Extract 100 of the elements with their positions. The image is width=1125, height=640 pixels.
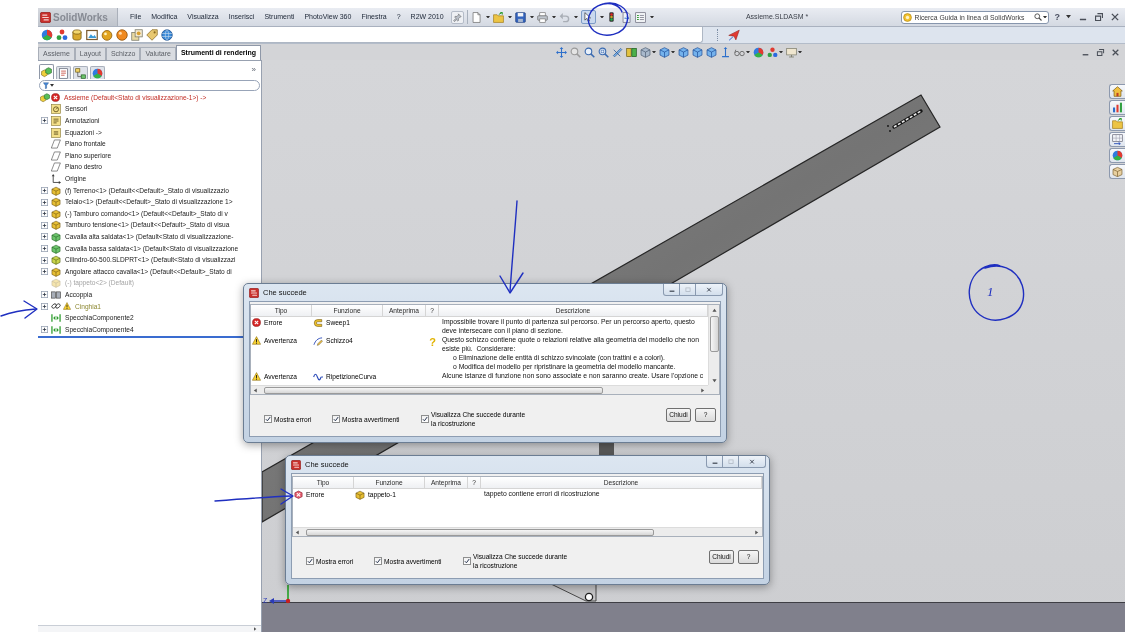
caret-icon[interactable] — [746, 50, 750, 54]
expand-icon[interactable] — [41, 268, 48, 276]
tag-icon[interactable] — [146, 28, 158, 41]
cube-icon[interactable] — [706, 46, 717, 58]
colored-dots-icon[interactable] — [56, 28, 68, 41]
color-wheel-icon[interactable] — [753, 46, 764, 58]
search-icon[interactable] — [1033, 13, 1042, 21]
caret-icon[interactable] — [599, 15, 604, 19]
panel-tab[interactable] — [56, 66, 71, 79]
arrow-up-icon[interactable] — [711, 308, 717, 313]
picture-stack-icon[interactable] — [131, 28, 143, 41]
panel-tab[interactable] — [90, 66, 105, 79]
task-pane-tab[interactable] — [1109, 132, 1125, 147]
expand-icon[interactable] — [41, 256, 48, 264]
task-pane-tab[interactable] — [1109, 100, 1125, 115]
caret-icon — [50, 84, 54, 87]
checkbox[interactable] — [332, 415, 340, 423]
close-icon[interactable] — [1111, 47, 1120, 57]
zoom-icon[interactable] — [584, 46, 595, 58]
task-pane-tab[interactable] — [1109, 148, 1125, 163]
expand-icon[interactable] — [41, 291, 48, 299]
checkbox[interactable] — [264, 415, 272, 423]
caret-icon[interactable] — [649, 15, 654, 19]
caret-icon[interactable] — [1066, 15, 1071, 19]
task-pane-tab[interactable] — [1109, 164, 1125, 179]
caret-icon[interactable] — [652, 50, 656, 54]
vertical-scrollbar[interactable] — [708, 305, 719, 385]
checkmark-icon — [307, 558, 313, 564]
arrow-left-icon[interactable] — [253, 387, 258, 393]
caret-icon[interactable] — [671, 50, 675, 54]
cylinder-icon[interactable] — [71, 28, 83, 41]
caret-icon[interactable] — [798, 50, 802, 54]
checkbox[interactable] — [306, 557, 314, 565]
globe-icon[interactable] — [161, 28, 173, 41]
axes-icon — [51, 173, 61, 184]
traffic-light-icon[interactable] — [608, 12, 614, 22]
logo-icon — [249, 287, 259, 298]
document-arrow-icon[interactable] — [620, 11, 632, 23]
scrollbar-thumb[interactable] — [264, 386, 603, 394]
caret-icon[interactable] — [485, 15, 490, 19]
color-wheel-icon[interactable] — [41, 28, 53, 41]
arrow-right-icon[interactable] — [754, 529, 759, 535]
filter-field[interactable] — [39, 80, 260, 91]
caret-icon[interactable] — [551, 15, 556, 19]
checkbox[interactable] — [463, 557, 471, 565]
expand-icon[interactable] — [41, 117, 48, 125]
expand-icon[interactable] — [41, 221, 48, 229]
arrow-left-icon[interactable] — [295, 529, 300, 535]
zoom-area-icon[interactable] — [598, 46, 609, 58]
close-icon[interactable] — [1110, 12, 1120, 22]
sphere-icon[interactable] — [116, 28, 128, 41]
restore-icon[interactable] — [1096, 47, 1105, 57]
horizontal-scrollbar[interactable] — [38, 625, 261, 632]
checkbox[interactable] — [374, 557, 382, 565]
caret-icon[interactable] — [573, 15, 578, 19]
expand-icon[interactable] — [41, 326, 48, 334]
expand-icon[interactable] — [41, 303, 48, 310]
caret-icon[interactable] — [507, 15, 512, 19]
cube-icon[interactable] — [678, 46, 689, 58]
pin-icon — [452, 12, 462, 22]
framed-picture-icon[interactable] — [86, 28, 98, 41]
move-icon[interactable] — [556, 46, 567, 58]
pin-button[interactable] — [450, 10, 464, 24]
arrow-right-icon[interactable] — [700, 387, 705, 393]
logo-icon[interactable] — [40, 11, 51, 23]
more-button[interactable]: » — [251, 66, 256, 74]
cube-icon[interactable] — [659, 46, 670, 58]
expand-icon[interactable] — [41, 210, 48, 218]
expand-icon[interactable] — [41, 198, 48, 206]
checkbox[interactable] — [421, 415, 429, 423]
expand-icon[interactable] — [41, 245, 48, 252]
cube-icon — [51, 255, 61, 266]
save-icon[interactable] — [514, 11, 526, 23]
paper-plane-icon[interactable] — [728, 29, 740, 41]
restore-icon[interactable] — [1094, 12, 1104, 22]
help-button[interactable]: ? — [1054, 12, 1060, 22]
orb-icon[interactable] — [101, 28, 113, 41]
close-icon — [704, 286, 714, 293]
task-pane-tab[interactable] — [1109, 116, 1125, 131]
axis-icon[interactable] — [720, 46, 731, 58]
colored-dots-icon[interactable] — [767, 46, 778, 58]
caret-icon[interactable] — [529, 15, 534, 19]
logo-icon — [291, 459, 301, 470]
panel-tab[interactable] — [73, 66, 88, 79]
book-icon[interactable] — [626, 46, 637, 58]
cube-icon[interactable] — [692, 46, 703, 58]
horizontal-scrollbar[interactable] — [251, 385, 708, 394]
scrollbar-thumb[interactable] — [709, 316, 719, 352]
scrollbar-thumb[interactable] — [306, 528, 654, 536]
caret-icon[interactable] — [1042, 15, 1047, 19]
arrow-down-icon[interactable] — [711, 378, 717, 383]
expand-icon[interactable] — [41, 187, 48, 195]
cubes-icon[interactable] — [39, 92, 50, 103]
panel-tab[interactable] — [39, 64, 54, 79]
expand-icon[interactable] — [41, 233, 48, 241]
task-pane-tab[interactable] — [1109, 84, 1125, 99]
arrow-right-icon[interactable] — [253, 627, 257, 631]
section-icon[interactable] — [612, 46, 623, 58]
horizontal-scrollbar[interactable] — [293, 527, 762, 536]
caret-icon[interactable] — [779, 50, 783, 54]
